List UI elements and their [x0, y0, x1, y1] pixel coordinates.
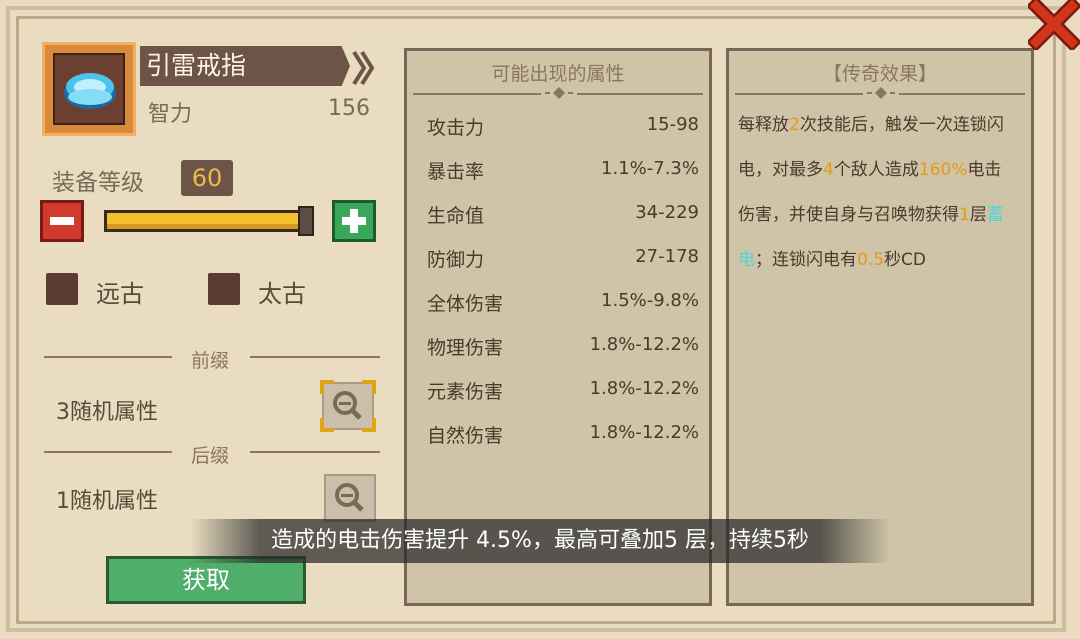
effect-text-segment: 个敌人造成: [833, 160, 919, 180]
ornament-icon: [541, 87, 577, 99]
attribute-name: 攻击力: [427, 117, 485, 139]
attribute-value: 1.5%-9.8%: [601, 290, 699, 311]
ancient-checkbox[interactable]: [46, 273, 78, 305]
suffix-divider-right: [250, 451, 380, 453]
attribute-value: 1.1%-7.3%: [601, 158, 699, 179]
primal-label: 太古: [258, 280, 306, 308]
attribute-name: 元素伤害: [427, 381, 504, 403]
prefix-divider-right: [250, 356, 380, 358]
blue-ring-icon: [64, 73, 116, 109]
get-button[interactable]: 获取: [106, 556, 306, 604]
subtitle-text: 造成的电击伤害提升 4.5%，最高可叠加5 层，持续5秒: [271, 528, 809, 553]
level-slider[interactable]: [104, 210, 310, 232]
effect-text-segment: 秒CD: [884, 250, 927, 270]
item-name: 引雷戒指: [146, 51, 247, 80]
magnifier-icon: [335, 483, 364, 512]
effect-text-segment: 层: [969, 205, 987, 225]
attribute-value: 34-229: [635, 202, 699, 223]
magnifier-icon: [333, 391, 362, 420]
primal-checkbox[interactable]: [208, 273, 240, 305]
highlight-number: 4: [823, 160, 834, 180]
effect-text-segment: ；连锁闪电有: [755, 250, 857, 270]
level-slider-fill: [107, 213, 307, 229]
prefix-inspect-button[interactable]: [320, 380, 376, 432]
highlight-number: 1: [959, 205, 970, 225]
attribute-value: 27-178: [635, 246, 699, 267]
suffix-divider-left: [44, 451, 172, 453]
attribute-name: 暴击率: [427, 161, 485, 183]
attribute-value: 1.8%-12.2%: [589, 422, 699, 443]
attributes-panel-title: 可能出现的属性: [491, 63, 625, 85]
prefix-label: 前缀: [191, 350, 230, 372]
attribute-name: 自然伤害: [427, 425, 504, 447]
suffix-text: 1随机属性: [56, 489, 158, 514]
attribute-value: 1.8%-12.2%: [589, 334, 699, 355]
prefix-divider-left: [44, 356, 172, 358]
prefix-text: 3随机属性: [56, 400, 158, 425]
highlight-number: 0.5: [857, 250, 885, 270]
suffix-label: 后缀: [191, 445, 230, 467]
suffix-inspect-button[interactable]: [324, 474, 376, 522]
legendary-effect-text: 每释放2次技能后，触发一次连锁闪电，对最多4个敌人造成160%电击伤害，并使自身…: [738, 103, 1004, 283]
attribute-name: 全体伤害: [427, 293, 504, 315]
attribute-value: 1.8%-12.2%: [589, 378, 699, 399]
decrease-level-button[interactable]: [40, 200, 84, 242]
highlight-number: 160%: [918, 160, 968, 180]
legendary-panel-title: 【传奇效果】: [822, 63, 937, 85]
effect-text-segment: 每释放: [738, 115, 789, 135]
ancient-label: 远古: [96, 280, 144, 308]
attribute-name: 生命值: [427, 205, 485, 227]
equip-level-label: 装备等级: [52, 170, 144, 196]
close-icon[interactable]: [1028, 0, 1080, 50]
attribute-name: 物理伤害: [427, 337, 504, 359]
plus-icon: [342, 209, 366, 233]
increase-level-button[interactable]: [332, 200, 376, 242]
highlight-number: 2: [789, 115, 800, 135]
item-stat-name: 智力: [148, 102, 193, 127]
minus-icon: [50, 217, 74, 225]
ornament-icon: [863, 87, 899, 99]
item-stat-value: 156: [328, 96, 370, 121]
chevron-right-icon: [352, 50, 375, 86]
attribute-name: 防御力: [427, 249, 485, 271]
attribute-value: 15-98: [646, 114, 699, 135]
item-slot: [42, 42, 136, 136]
level-slider-handle[interactable]: [298, 206, 314, 236]
equip-level-value: 60: [181, 160, 233, 196]
